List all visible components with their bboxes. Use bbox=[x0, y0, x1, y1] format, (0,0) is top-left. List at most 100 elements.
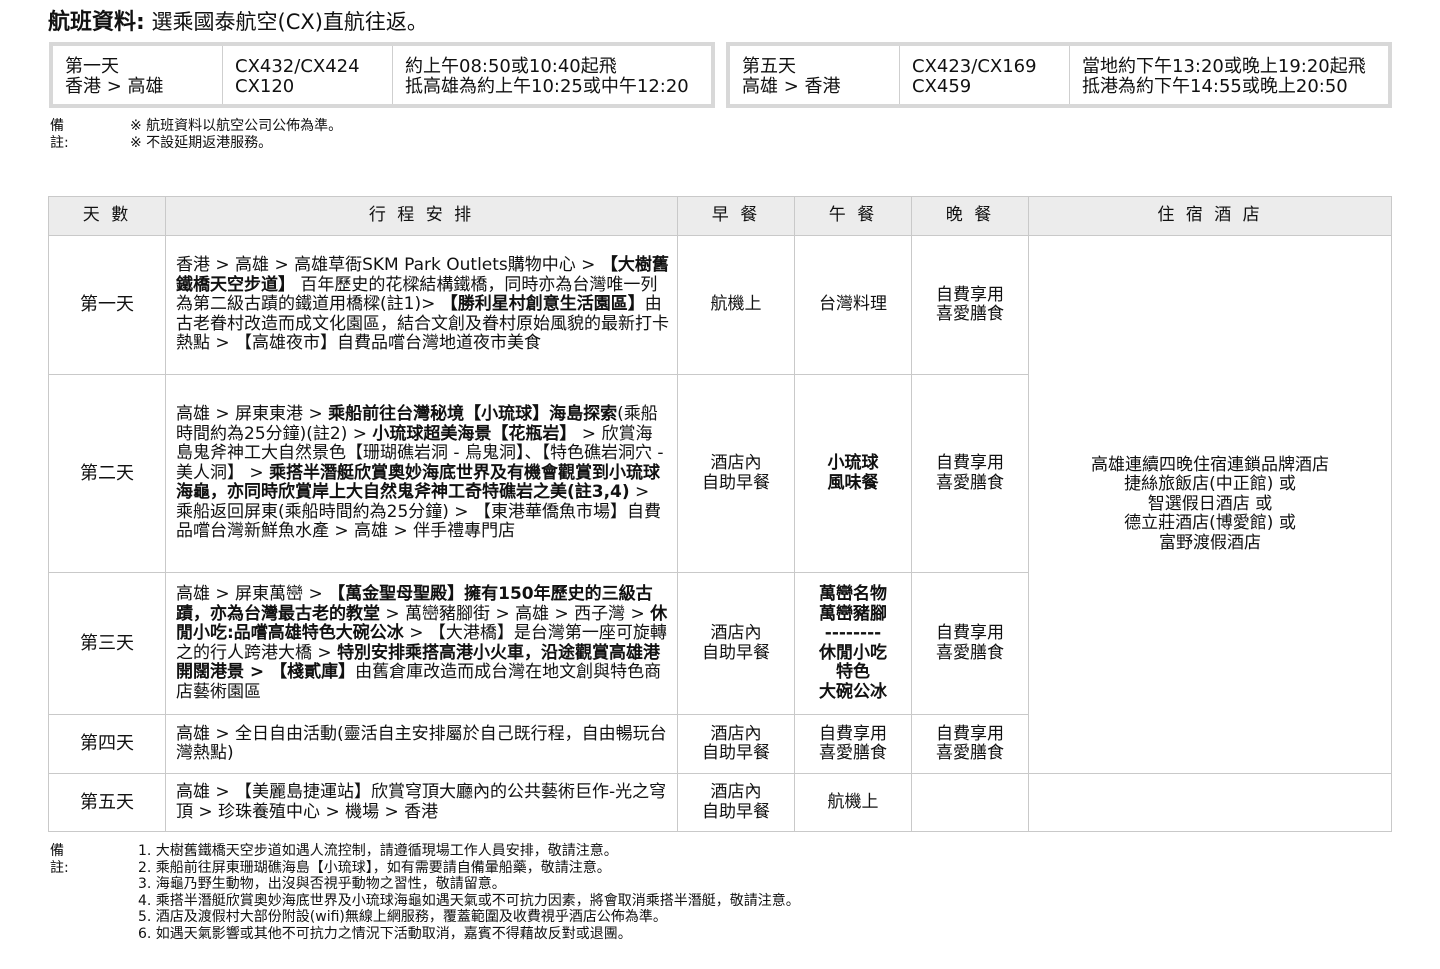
lunch-line: 大碗公冰 bbox=[819, 681, 887, 702]
lunch-line: 自費享用 bbox=[819, 723, 887, 744]
hotel-cell-empty bbox=[1028, 773, 1392, 832]
outbound-flight-line2: CX120 bbox=[235, 76, 295, 97]
route-highlight: 乘船前往台灣秘境【小琉球】海島探索 bbox=[328, 404, 618, 425]
dinner-line: 自費享用 bbox=[936, 623, 1004, 643]
day-cell: 第五天 bbox=[48, 773, 166, 832]
dinner-cell: 自費享用 喜愛膳食 bbox=[911, 572, 1029, 715]
table-header-row: 天 數 行 程 安 排 早 餐 午 餐 晚 餐 住 宿 酒 店 bbox=[48, 196, 1392, 236]
lunch-line: 萬巒名物 bbox=[819, 584, 887, 604]
outbound-time-line2: 抵高雄為約上午10:25或中午12:20 bbox=[405, 76, 689, 97]
breakfast-line: 自助早餐 bbox=[702, 743, 770, 763]
route-cell: 高雄 > 屏東萬巒 > 【萬金聖母聖殿】擁有150年歷史的三級古蹟，亦為台灣最古… bbox=[165, 572, 678, 715]
route-cell: 高雄 > 屏東東港 > 乘船前往台灣秘境【小琉球】海島探索(乘船時間約為25分鐘… bbox=[165, 374, 678, 573]
flight-info-heading: 航班資料: 選乘國泰航空(CX)直航往返。 bbox=[48, 4, 428, 36]
lunch-cell: 台灣料理 bbox=[794, 235, 912, 375]
header-hotel: 住 宿 酒 店 bbox=[1028, 196, 1392, 236]
flight-note-item: ※ 航班資料以航空公司公佈為準。 bbox=[130, 118, 343, 134]
breakfast-line: 自助早餐 bbox=[702, 642, 770, 663]
outbound-route: 香港 > 高雄 bbox=[65, 76, 164, 97]
hotel-cell: 高雄連續四晚住宿連鎖品牌酒店 捷絲旅飯店(中正館) 或智選假日酒店 或德立莊酒店(… bbox=[1028, 235, 1392, 774]
breakfast-cell: 航機上 bbox=[677, 235, 795, 375]
header-days: 天 數 bbox=[48, 196, 166, 236]
dinner-cell bbox=[911, 773, 1029, 832]
breakfast-line: 酒店內 bbox=[710, 623, 762, 643]
footer-note-item: 4. 乘搭半潛艇欣賞奧妙海底世界及小琉球海龜如遇天氣或不可抗力因素，將會取消乘搭… bbox=[138, 892, 800, 909]
footer-note-item: 6. 如遇天氣影響或其他不可抗力之情況下活動取消，嘉賓不得藉故反對或退團。 bbox=[138, 925, 632, 942]
return-day: 第五天 bbox=[742, 56, 796, 77]
outbound-flight-time: 約上午08:50或10:40起飛 抵高雄為約上午10:25或中午12:20 bbox=[393, 46, 711, 104]
hotel-line: 智選假日酒店 或 bbox=[1147, 493, 1273, 514]
lunch-line: -------- bbox=[824, 623, 882, 643]
outbound-time-line1: 約上午08:50或10:40起飛 bbox=[405, 56, 617, 77]
hotel-line: 高雄連續四晚住宿連鎖品牌酒店 bbox=[1091, 454, 1329, 475]
lunch-line: 喜愛膳食 bbox=[819, 743, 887, 763]
route-cell: 高雄 > 【美麗島捷運站】欣賞穹頂大廳內的公共藝術巨作-光之穹頂 > 珍珠養殖中… bbox=[165, 773, 678, 832]
return-time-line1: 當地約下午13:20或晚上19:20起飛 bbox=[1082, 56, 1366, 77]
dinner-line: 喜愛膳食 bbox=[936, 472, 1004, 493]
flight-note-item: ※ 不設延期返港服務。 bbox=[130, 135, 273, 151]
breakfast-line: 酒店內 bbox=[710, 782, 762, 802]
table-row: 第一天 香港 > 高雄 > 高雄草衙SKM Park Outlets購物中心 > … bbox=[48, 235, 1392, 774]
day-cell: 第一天 bbox=[48, 235, 166, 375]
return-flight-box: 第五天 高雄 > 香港 CX423/CX169 CX459 當地約下午13:20或晚… bbox=[726, 42, 1392, 108]
return-flight-numbers: CX423/CX169 CX459 bbox=[900, 46, 1070, 104]
lunch-cell: 萬巒名物 萬巒豬腳 -------- 休閒小吃 特色 大碗公冰 bbox=[794, 572, 912, 715]
route-highlight: 【勝利星村創意生活園區】 bbox=[440, 294, 645, 315]
dinner-cell: 自費享用 喜愛膳食 bbox=[911, 714, 1029, 774]
lunch-line: 特色 bbox=[836, 662, 870, 682]
return-route: 高雄 > 香港 bbox=[742, 76, 841, 97]
footer-note-item: 2. 乘船前往屏東珊瑚礁海島【小琉球】，如有需要請自備暈船藥，敬請注意。 bbox=[138, 859, 611, 876]
breakfast-line: 航機上 bbox=[710, 294, 762, 315]
return-flight-time: 當地約下午13:20或晚上19:20起飛 抵港為約下午14:55或晚上20:50 bbox=[1070, 46, 1388, 104]
flight-info-label: 航班資料: bbox=[48, 10, 145, 35]
footer-note-item: 3. 海龜乃野生動物，出沒與否視乎動物之習性，敬請留意。 bbox=[138, 876, 506, 892]
outbound-flight-numbers: CX432/CX424 CX120 bbox=[223, 46, 393, 104]
route-cell: 香港 > 高雄 > 高雄草衙SKM Park Outlets購物中心 > 【大樹… bbox=[165, 235, 678, 375]
route-text: 高雄 > 屏東東港 > bbox=[176, 404, 329, 425]
lunch-line: 航機上 bbox=[827, 791, 879, 812]
lunch-cell: 自費享用 喜愛膳食 bbox=[794, 714, 912, 774]
breakfast-cell: 酒店內 自助早餐 bbox=[677, 572, 795, 715]
dinner-cell: 自費享用 喜愛膳食 bbox=[911, 374, 1029, 573]
route-highlight: 小琉球超美海景【花瓶岩】 bbox=[372, 423, 577, 444]
header-itinerary: 行 程 安 排 bbox=[165, 196, 678, 236]
breakfast-line: 自助早餐 bbox=[702, 801, 770, 822]
route-text: 香港 > 高雄 > 高雄草衙SKM Park Outlets購物中心 > bbox=[176, 255, 601, 276]
lunch-line: 台灣料理 bbox=[819, 294, 887, 315]
return-day-route: 第五天 高雄 > 香港 bbox=[730, 46, 900, 104]
outbound-day: 第一天 bbox=[65, 56, 119, 77]
lunch-line: 風味餐 bbox=[827, 472, 879, 493]
flight-notes-label: 備註: bbox=[50, 118, 69, 151]
route-text: 高雄 > 全日自由活動(靈活自主安排屬於自己既行程，自由暢玩台灣熱點) bbox=[176, 723, 667, 763]
route-cell: 高雄 > 全日自由活動(靈活自主安排屬於自己既行程，自由暢玩台灣熱點) bbox=[165, 714, 678, 774]
dinner-line: 自費享用 bbox=[936, 453, 1004, 473]
dinner-line: 自費享用 bbox=[936, 284, 1004, 305]
footer-note-item: 5. 酒店及渡假村大部份附設(wifi)無線上網服務，覆蓋範圍及收費視乎酒店公佈… bbox=[138, 909, 667, 925]
footer-notes-list: 1. 大樹舊鐵橋天空步道如遇人流控制，請遵循現場工作人員安排，敬請注意。 2. 乘… bbox=[138, 843, 800, 942]
outbound-flight-line1: CX432/CX424 bbox=[235, 56, 360, 77]
day-cell: 第三天 bbox=[48, 572, 166, 715]
route-text: 高雄 > 【美麗島捷運站】欣賞穹頂大廳內的公共藝術巨作-光之穹頂 > 珍珠養殖中… bbox=[176, 782, 667, 822]
outbound-day-route: 第一天 香港 > 高雄 bbox=[53, 46, 223, 104]
header-breakfast: 早 餐 bbox=[677, 196, 795, 236]
hotel-line: 德立莊酒店(博愛館) 或 bbox=[1124, 513, 1296, 534]
table-row: 第五天 高雄 > 【美麗島捷運站】欣賞穹頂大廳內的公共藝術巨作-光之穹頂 > 珍珠… bbox=[48, 773, 1392, 832]
header-dinner: 晚 餐 bbox=[911, 196, 1029, 236]
header-lunch: 午 餐 bbox=[794, 196, 912, 236]
breakfast-cell: 酒店內 自助早餐 bbox=[677, 714, 795, 774]
flight-info-text: 選乘國泰航空(CX)直航往返。 bbox=[151, 10, 428, 34]
lunch-line: 小琉球 bbox=[827, 453, 879, 473]
itinerary-table: 天 數 行 程 安 排 早 餐 午 餐 晚 餐 住 宿 酒 店 第一天 香港 > … bbox=[48, 196, 1392, 832]
dinner-line: 喜愛膳食 bbox=[936, 642, 1004, 663]
route-text: 高雄 > 屏東萬巒 > bbox=[176, 584, 329, 604]
dinner-line: 喜愛膳食 bbox=[936, 304, 1004, 324]
day-cell: 第二天 bbox=[48, 374, 166, 573]
lunch-line: 休閒小吃 bbox=[819, 642, 887, 663]
breakfast-cell: 酒店內 自助早餐 bbox=[677, 374, 795, 573]
dinner-line: 自費享用 bbox=[936, 723, 1004, 744]
footer-note-item: 1. 大樹舊鐵橋天空步道如遇人流控制，請遵循現場工作人員安排，敬請注意。 bbox=[138, 843, 618, 859]
return-flight-line2: CX459 bbox=[912, 76, 972, 97]
breakfast-line: 自助早餐 bbox=[702, 472, 770, 493]
dinner-cell: 自費享用 喜愛膳食 bbox=[911, 235, 1029, 375]
breakfast-line: 酒店內 bbox=[710, 723, 762, 744]
